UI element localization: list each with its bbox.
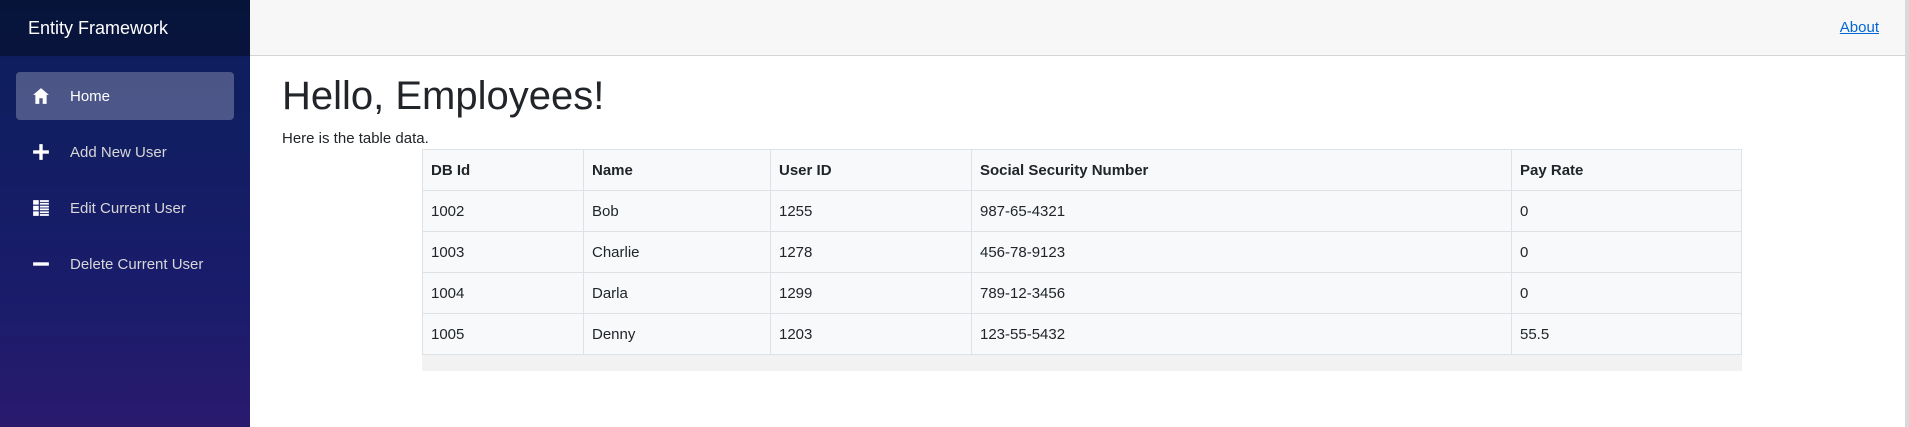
cell-db-id: 1002 — [422, 190, 584, 232]
cell-user-id: 1278 — [770, 231, 972, 273]
page-title: Hello, Employees! — [282, 74, 605, 118]
table-row: 1005 Denny 1203 123-55-5432 55.5 — [422, 313, 1742, 355]
table-container: DB Id Name User ID Social Security Numbe… — [422, 149, 1742, 371]
sidebar-item-label: Home — [70, 87, 111, 105]
cell-ssn: 456-78-9123 — [971, 231, 1512, 273]
sidebar-item-edit-current-user[interactable]: Edit Current User — [16, 184, 234, 232]
cell-user-id: 1299 — [770, 272, 972, 314]
plus-icon — [30, 141, 52, 163]
home-icon — [30, 85, 52, 107]
sidebar-item-delete-current-user[interactable]: Delete Current User — [16, 240, 234, 288]
list-icon — [30, 197, 52, 219]
minus-icon — [30, 253, 52, 275]
cell-ssn: 789-12-3456 — [971, 272, 1512, 314]
employees-table: DB Id Name User ID Social Security Numbe… — [422, 149, 1742, 355]
top-row: About — [250, 0, 1909, 56]
column-header-user-id: User ID — [770, 149, 972, 191]
cell-name: Denny — [583, 313, 771, 355]
content: Hello, Employees! Here is the table data… — [250, 56, 1909, 371]
cell-user-id: 1203 — [770, 313, 972, 355]
cell-db-id: 1003 — [422, 231, 584, 273]
about-link[interactable]: About — [1840, 19, 1879, 36]
column-header-db-id: DB Id — [422, 149, 584, 191]
sidebar-item-label: Add New User — [70, 143, 167, 161]
sidebar-item-label: Delete Current User — [70, 255, 204, 273]
main-area: About Hello, Employees! Here is the tabl… — [250, 0, 1909, 427]
cell-name: Bob — [583, 190, 771, 232]
column-header-ssn: Social Security Number — [971, 149, 1512, 191]
cell-pay-rate: 0 — [1511, 272, 1742, 314]
column-header-name: Name — [583, 149, 771, 191]
cell-pay-rate: 55.5 — [1511, 313, 1742, 355]
table-row: 1004 Darla 1299 789-12-3456 0 — [422, 272, 1742, 314]
column-header-pay-rate: Pay Rate — [1511, 149, 1742, 191]
app-root: Entity Framework Home Add New User Edit … — [0, 0, 1909, 427]
vertical-scrollbar[interactable] — [1905, 0, 1909, 427]
table-row: 1003 Charlie 1278 456-78-9123 0 — [422, 231, 1742, 273]
sidebar: Entity Framework Home Add New User Edit … — [0, 0, 250, 427]
cell-db-id: 1004 — [422, 272, 584, 314]
brand-bar: Entity Framework — [0, 0, 250, 56]
cell-name: Darla — [583, 272, 771, 314]
sidebar-item-label: Edit Current User — [70, 199, 186, 217]
cell-user-id: 1255 — [770, 190, 972, 232]
table-row: 1002 Bob 1255 987-65-4321 0 — [422, 190, 1742, 232]
table-header-row: DB Id Name User ID Social Security Numbe… — [422, 149, 1742, 191]
cell-pay-rate: 0 — [1511, 231, 1742, 273]
cell-name: Charlie — [583, 231, 771, 273]
brand-title[interactable]: Entity Framework — [28, 18, 168, 39]
sidebar-nav: Home Add New User Edit Current User Dele… — [0, 56, 250, 288]
cell-ssn: 123-55-5432 — [971, 313, 1512, 355]
sidebar-item-home[interactable]: Home — [16, 72, 234, 120]
page-subtitle: Here is the table data. — [282, 130, 429, 147]
cell-pay-rate: 0 — [1511, 190, 1742, 232]
sidebar-item-add-new-user[interactable]: Add New User — [16, 128, 234, 176]
cell-ssn: 987-65-4321 — [971, 190, 1512, 232]
cell-db-id: 1005 — [422, 313, 584, 355]
